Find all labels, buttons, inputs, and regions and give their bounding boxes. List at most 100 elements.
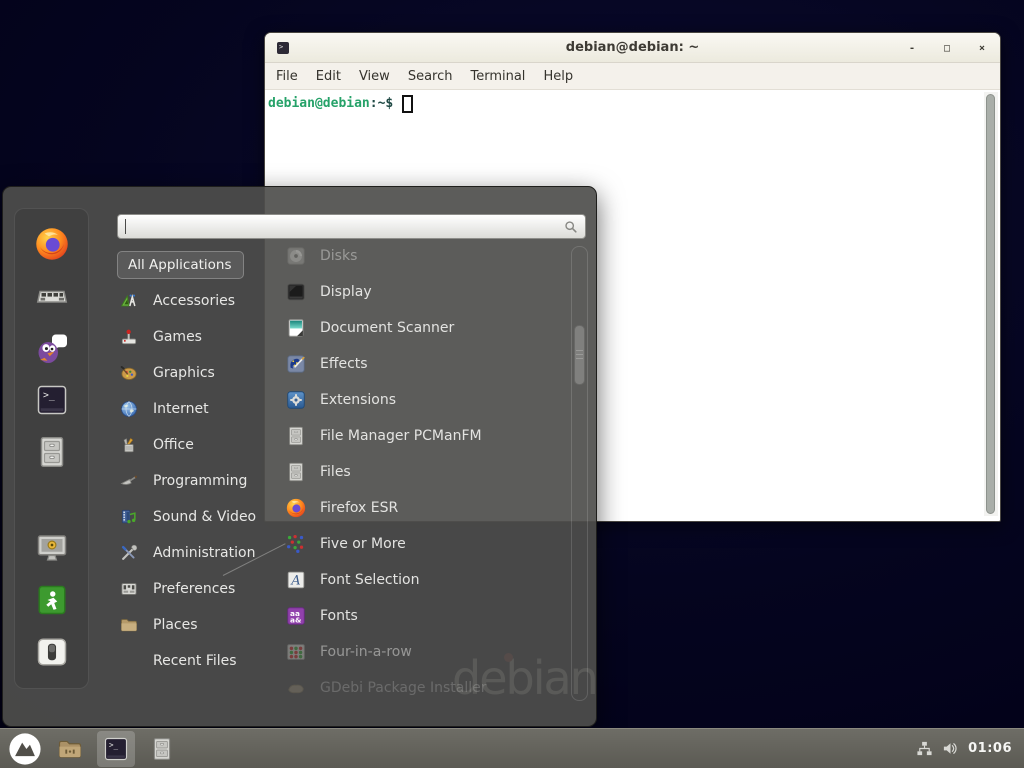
maximize-button[interactable]: □ — [941, 43, 953, 54]
category-places[interactable]: Places — [117, 607, 277, 643]
menu-item-help[interactable]: Help — [534, 69, 582, 84]
category-label: Internet — [153, 401, 209, 417]
office-icon — [119, 435, 139, 455]
app-five-or-more[interactable]: Five or More — [285, 526, 569, 562]
keyboard-icon — [34, 278, 70, 314]
menu-search-input[interactable] — [117, 214, 586, 239]
category-label: Sound & Video — [153, 509, 256, 525]
category-sound-video[interactable]: Sound & Video — [117, 499, 277, 535]
category-label: Graphics — [153, 365, 215, 381]
category-accessories[interactable]: Accessories — [117, 283, 277, 319]
category-internet[interactable]: Internet — [117, 391, 277, 427]
gdebi-icon — [285, 677, 307, 699]
app-gdebi-package-installer[interactable]: GDebi Package Installer — [285, 670, 569, 706]
apps-scrollbar[interactable] — [571, 246, 588, 701]
launcher-files[interactable] — [146, 733, 178, 765]
taskbar-clock[interactable]: 01:06 — [968, 741, 1012, 756]
category-label: Preferences — [153, 581, 235, 597]
app-label: Extensions — [320, 392, 396, 408]
category-administration[interactable]: Administration — [117, 535, 277, 571]
close-button[interactable]: × — [976, 43, 988, 54]
fonts-icon: aa a& — [285, 605, 307, 627]
file-cabinet-icon — [285, 425, 307, 447]
menu-item-terminal[interactable]: Terminal — [461, 69, 534, 84]
menu-button[interactable] — [8, 732, 42, 766]
app-display[interactable]: Display — [285, 274, 569, 310]
shutdown-icon — [34, 634, 70, 670]
minimize-button[interactable]: - — [906, 43, 918, 54]
app-label: Disks — [320, 248, 357, 264]
disks-icon — [285, 245, 307, 267]
lock-screen-icon — [34, 530, 70, 566]
accessories-icon — [119, 291, 139, 311]
favorite-keyboard-button[interactable] — [34, 278, 70, 314]
extensions-icon — [285, 389, 307, 411]
search-icon — [564, 220, 578, 234]
terminal-titlebar[interactable]: > debian@debian: ~ - □ × — [265, 33, 1000, 63]
app-label: Files — [320, 464, 351, 480]
app-firefox-esr[interactable]: Firefox ESR — [285, 490, 569, 526]
app-document-scanner[interactable]: Document Scanner — [285, 310, 569, 346]
lock-screen-button[interactable] — [34, 530, 70, 566]
category-all-applications[interactable]: All Applications — [117, 251, 244, 279]
favorite-terminal-button[interactable]: >_ — [34, 382, 70, 418]
menu-item-file[interactable]: File — [267, 69, 307, 84]
app-fonts[interactable]: aa a& Fonts — [285, 598, 569, 634]
svg-text:A: A — [290, 574, 300, 589]
text-caret — [125, 219, 126, 234]
logout-button[interactable] — [34, 582, 70, 618]
taskbar-button-terminal[interactable]: >_ — [97, 731, 135, 767]
app-label: Effects — [320, 356, 368, 372]
application-menu: >_ — [2, 186, 597, 727]
display-icon — [285, 281, 307, 303]
effects-icon — [285, 353, 307, 375]
category-office[interactable]: Office — [117, 427, 277, 463]
terminal-window-title: debian@debian: ~ — [566, 40, 699, 55]
volume-icon[interactable] — [942, 740, 959, 757]
favorite-firefox-button[interactable] — [34, 226, 70, 262]
network-icon[interactable] — [916, 740, 933, 757]
five-or-more-icon — [285, 533, 307, 555]
app-label: Font Selection — [320, 572, 419, 588]
app-label: Display — [320, 284, 372, 300]
folder-icon — [56, 735, 84, 763]
app-file-manager-pcmanfm[interactable]: File Manager PCManFM — [285, 418, 569, 454]
category-preferences[interactable]: Preferences — [117, 571, 277, 607]
app-disks[interactable]: Disks — [285, 238, 569, 274]
terminal-scrollbar-thumb[interactable] — [986, 94, 995, 514]
category-programming[interactable]: Programming — [117, 463, 277, 499]
menu-item-search[interactable]: Search — [399, 69, 462, 84]
preferences-icon — [119, 579, 139, 599]
apps-scrollbar-thumb[interactable] — [574, 325, 585, 385]
app-extensions[interactable]: Extensions — [285, 382, 569, 418]
categories-list: All Applications Accessories Games — [117, 251, 277, 679]
launcher-file-manager[interactable] — [54, 733, 86, 765]
terminal-prompt: debian@debian :~$ — [268, 94, 982, 113]
menu-item-view[interactable]: View — [350, 69, 399, 84]
system-tray: 01:06 — [916, 740, 1018, 757]
category-label: Accessories — [153, 293, 235, 309]
document-scanner-icon — [285, 317, 307, 339]
menu-item-edit[interactable]: Edit — [307, 69, 350, 84]
favorite-pidgin-button[interactable] — [34, 330, 70, 366]
category-recent-files[interactable]: Recent Files — [117, 643, 277, 679]
file-cabinet-icon — [285, 461, 307, 483]
app-files[interactable]: Files — [285, 454, 569, 490]
shutdown-button[interactable] — [34, 634, 70, 670]
terminal-cursor — [402, 95, 413, 113]
four-in-a-row-icon — [285, 641, 307, 663]
app-label: Firefox ESR — [320, 500, 398, 516]
favorite-file-manager-button[interactable] — [34, 434, 70, 470]
favorites-panel: >_ — [14, 208, 89, 689]
category-graphics[interactable]: Graphics — [117, 355, 277, 391]
prompt-user-host: debian@debian — [268, 96, 370, 111]
category-games[interactable]: Games — [117, 319, 277, 355]
programming-icon — [119, 471, 139, 491]
games-icon — [119, 327, 139, 347]
terminal-scrollbar[interactable] — [984, 92, 998, 516]
app-effects[interactable]: Effects — [285, 346, 569, 382]
app-font-selection[interactable]: A Font Selection — [285, 562, 569, 598]
app-four-in-a-row[interactable]: Four-in-a-row — [285, 634, 569, 670]
logout-icon — [34, 582, 70, 618]
internet-globe-icon — [119, 399, 139, 419]
